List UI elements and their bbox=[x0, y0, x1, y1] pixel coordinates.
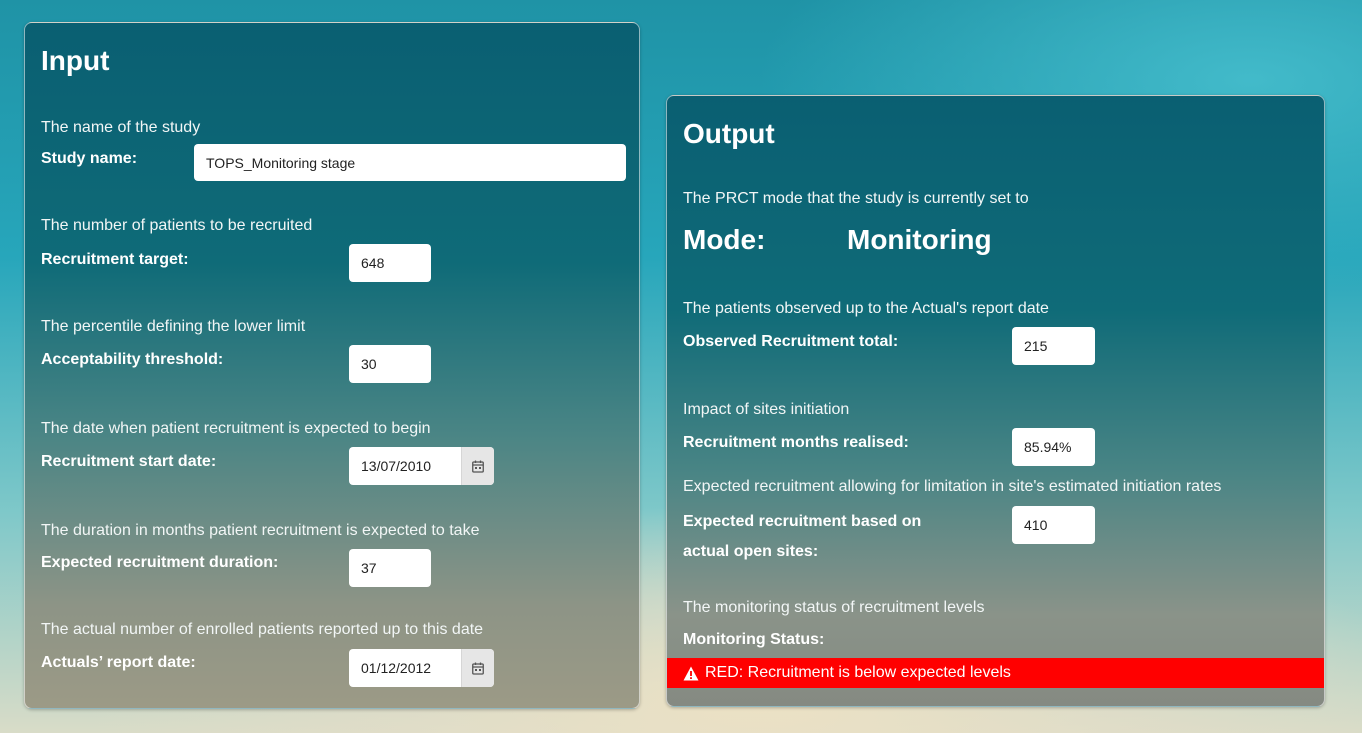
output-title: Output bbox=[683, 118, 775, 149]
warning-icon bbox=[683, 666, 699, 681]
acceptability-threshold-input[interactable]: 30 bbox=[349, 345, 431, 383]
study-name-description: The name of the study bbox=[41, 119, 201, 136]
expected-duration-description: The duration in months patient recruitme… bbox=[41, 522, 480, 539]
mode-description: The PRCT mode that the study is currentl… bbox=[683, 190, 1029, 207]
recruitment-start-date-input[interactable]: 13/07/2010 bbox=[349, 447, 494, 485]
input-panel: Input The name of the study Study name: … bbox=[24, 22, 640, 709]
study-name-input[interactable]: TOPS_Monitoring stage bbox=[194, 144, 626, 181]
actuals-report-date-label: Actuals’ report date: bbox=[41, 654, 196, 671]
recruitment-start-date-value[interactable]: 13/07/2010 bbox=[349, 447, 461, 485]
calendar-icon[interactable] bbox=[461, 649, 494, 687]
acceptability-threshold-description: The percentile defining the lower limit bbox=[41, 318, 306, 335]
recruitment-start-date-description: The date when patient recruitment is exp… bbox=[41, 420, 431, 437]
months-realised-output: 85.94% bbox=[1012, 428, 1095, 466]
monitoring-status-description: The monitoring status of recruitment lev… bbox=[683, 599, 985, 616]
output-panel: Output The PRCT mode that the study is c… bbox=[666, 95, 1325, 707]
mode-value: Monitoring bbox=[847, 224, 992, 255]
mode-label: Mode: bbox=[683, 224, 766, 255]
recruitment-target-description: The number of patients to be recruited bbox=[41, 217, 313, 234]
observed-total-output: 215 bbox=[1012, 327, 1095, 365]
recruitment-start-date-label: Recruitment start date: bbox=[41, 453, 217, 470]
observed-total-label: Observed Recruitment total: bbox=[683, 333, 899, 350]
months-realised-description: Impact of sites initiation bbox=[683, 401, 850, 418]
expected-recruitment-label-line1: Expected recruitment based on bbox=[683, 513, 922, 530]
monitoring-status-bar: RED: Recruitment is below expected level… bbox=[667, 658, 1324, 688]
study-name-label: Study name: bbox=[41, 150, 138, 167]
monitoring-status-text: RED: Recruitment is below expected level… bbox=[705, 664, 1011, 681]
expected-recruitment-output: 410 bbox=[1012, 506, 1095, 544]
expected-recruitment-label-line2: actual open sites: bbox=[683, 543, 819, 560]
expected-recruitment-description: Expected recruitment allowing for limita… bbox=[683, 478, 1222, 495]
monitoring-status-label: Monitoring Status: bbox=[683, 631, 825, 648]
input-title: Input bbox=[41, 45, 110, 76]
actuals-report-date-value[interactable]: 01/12/2012 bbox=[349, 649, 461, 687]
actuals-report-date-description: The actual number of enrolled patients r… bbox=[41, 621, 484, 638]
expected-duration-label: Expected recruitment duration: bbox=[41, 554, 279, 571]
recruitment-target-label: Recruitment target: bbox=[41, 251, 189, 268]
acceptability-threshold-label: Acceptability threshold: bbox=[41, 351, 224, 368]
observed-total-description: The patients observed up to the Actual's… bbox=[683, 300, 1049, 317]
calendar-icon[interactable] bbox=[461, 447, 494, 485]
actuals-report-date-input[interactable]: 01/12/2012 bbox=[349, 649, 494, 687]
expected-duration-input[interactable]: 37 bbox=[349, 549, 431, 587]
months-realised-label: Recruitment months realised: bbox=[683, 434, 909, 451]
recruitment-target-input[interactable]: 648 bbox=[349, 244, 431, 282]
